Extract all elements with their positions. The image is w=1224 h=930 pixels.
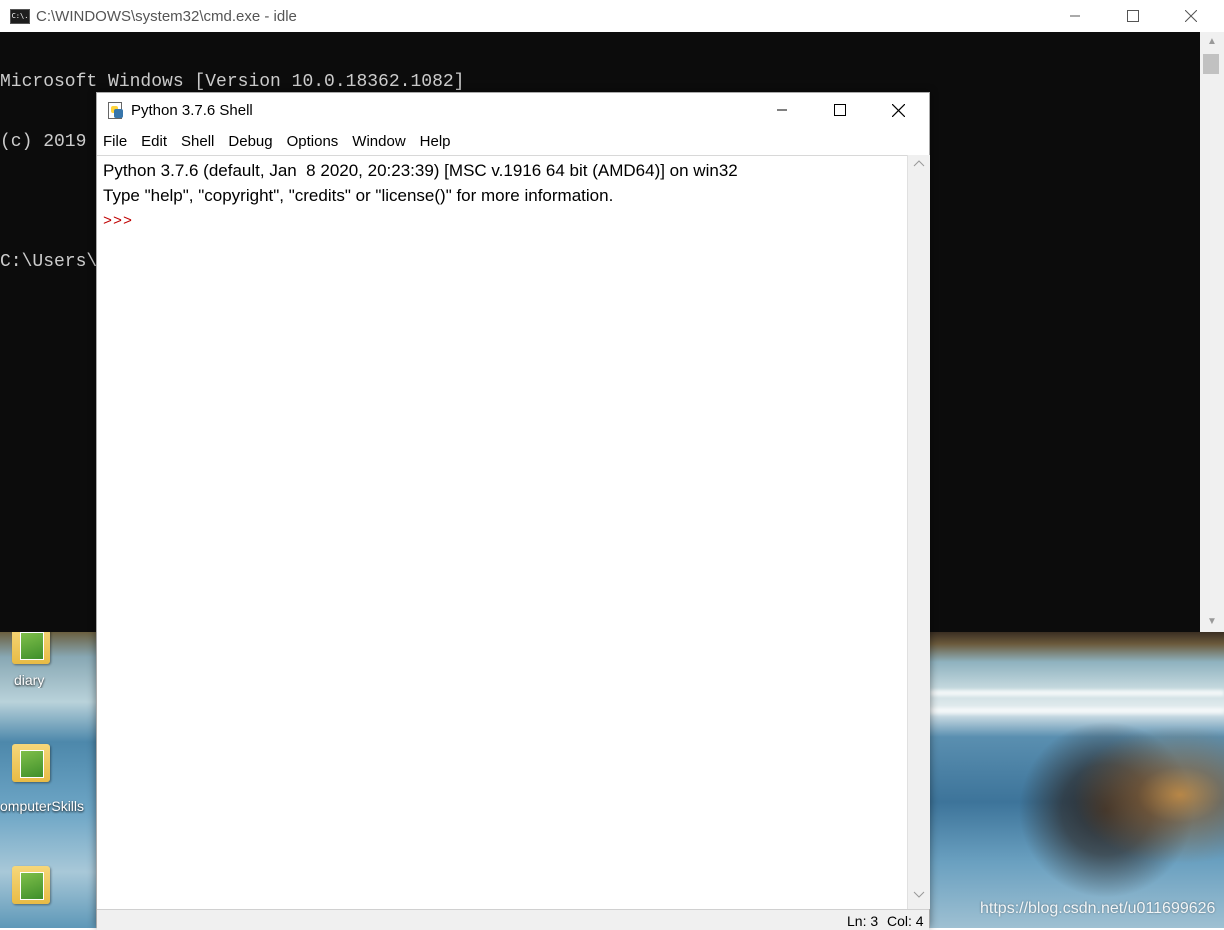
cmd-maximize-button[interactable] [1104, 0, 1162, 32]
shell-banner-line: Type "help", "copyright", "credits" or "… [103, 186, 614, 205]
maximize-icon [1127, 10, 1139, 22]
close-icon [891, 103, 905, 117]
minimize-icon [777, 109, 787, 111]
menu-edit[interactable]: Edit [141, 131, 167, 152]
wallpaper-wave [930, 708, 1224, 714]
menu-options[interactable]: Options [287, 131, 339, 152]
idle-close-button[interactable] [869, 93, 927, 127]
idle-statusbar: Ln: 3 Col: 4 [97, 909, 929, 930]
status-line-number: Ln: 3 [847, 913, 879, 929]
menu-shell[interactable]: Shell [181, 131, 214, 152]
python-icon [107, 101, 125, 119]
cmd-scrollbar[interactable]: ▲ ▼ [1200, 32, 1224, 632]
wallpaper-shore [930, 632, 1224, 928]
desktop-icon-folder[interactable] [0, 862, 96, 928]
scroll-down-icon[interactable]: ▼ [1206, 616, 1218, 628]
desktop-icon-computerskills[interactable]: omputerSkills [0, 738, 96, 818]
cmd-app-icon: C:\. [10, 8, 30, 24]
idle-window-title: Python 3.7.6 Shell [131, 101, 253, 119]
watermark-text: https://blog.csdn.net/u011699626 [980, 900, 1216, 917]
cmd-line: Microsoft Windows [Version 10.0.18362.10… [0, 72, 465, 92]
folder-icon [12, 866, 50, 904]
wallpaper-wave [930, 690, 1224, 696]
desktop-icon-label: omputerSkills [0, 798, 85, 814]
cmd-window-title: C:\WINDOWS\system32\cmd.exe - idle [36, 7, 297, 25]
maximize-icon [834, 104, 846, 116]
idle-menubar: File Edit Shell Debug Options Window Hel… [97, 127, 929, 155]
idle-minimize-button[interactable] [753, 93, 811, 127]
menu-debug[interactable]: Debug [228, 131, 272, 152]
menu-window[interactable]: Window [352, 131, 405, 152]
folder-icon [12, 744, 50, 782]
minimize-icon [1070, 15, 1080, 17]
idle-titlebar[interactable]: Python 3.7.6 Shell [97, 93, 929, 127]
menu-file[interactable]: File [103, 131, 127, 152]
idle-shell-window[interactable]: Python 3.7.6 Shell File Edit Shell Debug… [96, 92, 930, 930]
scroll-up-icon[interactable]: ▲ [1206, 36, 1218, 48]
chevron-up-icon[interactable] [913, 159, 925, 171]
cmd-close-button[interactable] [1162, 0, 1220, 32]
cmd-minimize-button[interactable] [1046, 0, 1104, 32]
status-column-number: Col: 4 [887, 913, 924, 929]
cmd-scrollbar-thumb[interactable] [1203, 54, 1219, 74]
menu-help[interactable]: Help [420, 131, 451, 152]
chevron-down-icon[interactable] [913, 891, 925, 903]
desktop-icon-diary[interactable]: diary [0, 626, 96, 702]
cmd-titlebar[interactable]: C:\. C:\WINDOWS\system32\cmd.exe - idle [0, 0, 1224, 32]
close-icon [1185, 10, 1197, 22]
idle-scrollbar[interactable] [907, 155, 930, 909]
shell-banner-line: Python 3.7.6 (default, Jan 8 2020, 20:23… [103, 161, 738, 180]
shell-text-area[interactable]: Python 3.7.6 (default, Jan 8 2020, 20:23… [97, 155, 907, 910]
desktop-icon-label: diary [14, 672, 45, 688]
idle-maximize-button[interactable] [811, 93, 869, 127]
shell-prompt: >>> [103, 213, 134, 230]
